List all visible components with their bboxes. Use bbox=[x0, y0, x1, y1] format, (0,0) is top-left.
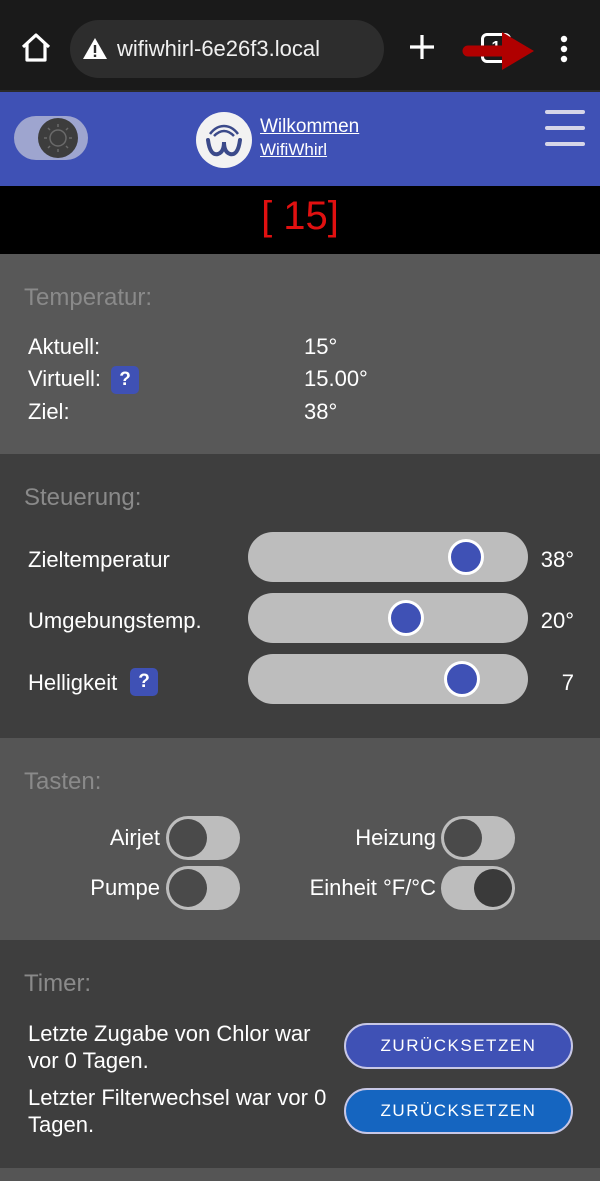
switch-knob bbox=[474, 869, 512, 907]
slider-value-brightness: 7 bbox=[561, 670, 574, 695]
target-temp-slider[interactable] bbox=[248, 532, 528, 582]
ambient-temp-slider[interactable] bbox=[248, 593, 528, 643]
switch-knob bbox=[169, 869, 207, 907]
slider-label-target-temp: Zieltemperatur bbox=[28, 547, 170, 572]
pump-switch[interactable] bbox=[166, 866, 240, 910]
main-power-toggle[interactable] bbox=[14, 116, 88, 160]
switch-label-unit: Einheit °F/°C bbox=[309, 875, 436, 900]
section-title: Temperatur: bbox=[24, 284, 153, 311]
toggle-knob bbox=[38, 118, 78, 158]
slider-label-brightness: Helligkeit bbox=[28, 670, 118, 695]
address-bar[interactable]: wifiwhirl-6e26f3.local bbox=[70, 20, 384, 78]
next-section-edge bbox=[0, 1168, 600, 1181]
heating-switch[interactable] bbox=[441, 816, 515, 860]
switch-label-heating: Heizung bbox=[355, 825, 436, 850]
red-arrow-icon bbox=[462, 32, 534, 70]
unit-switch[interactable] bbox=[441, 866, 515, 910]
temp-value-current: 15° bbox=[304, 334, 338, 359]
section-title: Timer: bbox=[24, 970, 92, 997]
slider-value-ambient-temp: 20° bbox=[540, 608, 574, 633]
warning-icon[interactable] bbox=[82, 36, 108, 62]
more-vert-icon[interactable] bbox=[552, 34, 576, 64]
temp-label-current: Aktuell: bbox=[28, 334, 101, 359]
reset-chlorine-button[interactable]: ZURÜCKSETZEN bbox=[344, 1023, 573, 1069]
slider-thumb[interactable] bbox=[388, 600, 425, 636]
hamburger-menu-icon[interactable] bbox=[545, 108, 585, 148]
switch-knob bbox=[444, 819, 482, 857]
temp-value-virtual: 15.00° bbox=[304, 366, 368, 391]
app-name-link[interactable]: WifiWhirl bbox=[260, 140, 327, 160]
temperature-section: Temperatur: Aktuell: 15° Virtuell: ? 15.… bbox=[0, 254, 600, 454]
brightness-slider[interactable] bbox=[248, 654, 528, 704]
chlorine-timer-text: Letzte Zugabe von Chlor war vor 0 Tagen. bbox=[28, 1021, 311, 1073]
welcome-link[interactable]: Wilkommen bbox=[260, 116, 359, 138]
home-icon[interactable] bbox=[18, 30, 54, 66]
help-icon[interactable]: ? bbox=[111, 366, 139, 394]
logo-icon bbox=[196, 112, 252, 168]
slider-value-target-temp: 38° bbox=[540, 547, 574, 572]
sun-icon bbox=[44, 124, 72, 152]
help-icon[interactable]: ? bbox=[130, 668, 158, 696]
temp-label-target: Ziel: bbox=[28, 399, 70, 424]
filter-timer-text: Letzter Filterwechsel war vor 0 Tagen. bbox=[28, 1085, 327, 1137]
slider-thumb[interactable] bbox=[448, 539, 485, 575]
plus-icon[interactable] bbox=[407, 32, 437, 62]
switch-knob bbox=[169, 819, 207, 857]
counter-banner: [ 15] bbox=[0, 186, 600, 254]
keys-section: Tasten: Airjet Heizung Pumpe Einheit °F/… bbox=[0, 738, 600, 940]
reset-filter-button[interactable]: ZURÜCKSETZEN bbox=[344, 1088, 573, 1134]
control-section: Steuerung: Zieltemperatur 38° Umgebungst… bbox=[0, 454, 600, 738]
url-text: wifiwhirl-6e26f3.local bbox=[117, 36, 320, 61]
switch-label-airjet: Airjet bbox=[109, 825, 160, 850]
section-title: Steuerung: bbox=[24, 484, 142, 511]
temp-value-target: 38° bbox=[304, 399, 338, 424]
temp-label-virtual: Virtuell: bbox=[28, 366, 101, 391]
app-header: Wilkommen WifiWhirl bbox=[0, 92, 600, 186]
timer-section: Timer: Letzte Zugabe von Chlor war vor 0… bbox=[0, 940, 600, 1168]
airjet-switch[interactable] bbox=[166, 816, 240, 860]
slider-label-ambient-temp: Umgebungstemp. bbox=[28, 608, 202, 633]
counter-value: [ 15] bbox=[261, 194, 339, 238]
switch-label-pump: Pumpe bbox=[90, 875, 160, 900]
browser-toolbar: wifiwhirl-6e26f3.local 1 bbox=[0, 0, 600, 92]
section-title: Tasten: bbox=[24, 768, 102, 795]
slider-thumb[interactable] bbox=[443, 661, 480, 697]
